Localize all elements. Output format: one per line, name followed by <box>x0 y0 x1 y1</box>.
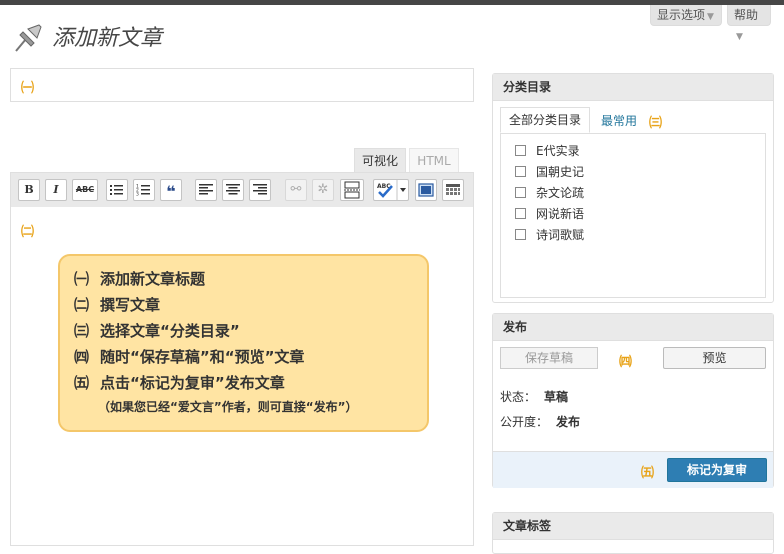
align-center-button[interactable] <box>222 179 244 201</box>
category-item[interactable]: 网说新语 <box>515 205 584 222</box>
category-checkbox[interactable] <box>515 229 526 240</box>
help-label: 帮助 <box>734 8 759 22</box>
tab-html[interactable]: HTML <box>409 148 459 173</box>
step-marker-4: ㈣ <box>619 355 633 370</box>
step-marker-5: ㈤ <box>641 466 655 481</box>
visibility-label: 公开度： <box>500 415 549 429</box>
category-checkbox[interactable] <box>515 187 526 198</box>
help-note: ㈠添加新文章标题 ㈡撰写文章 ㈢选择文章“分类目录” ㈣随时“保存草稿”和“预览… <box>58 254 429 432</box>
editor-toolbar: B I ABC 1 2 3 ❝ ⚯ ✲ ABC <box>10 172 474 208</box>
category-item[interactable]: 国朝史记 <box>515 163 584 180</box>
tab-visual[interactable]: 可视化 <box>354 148 406 173</box>
kitchen-sink-icon <box>446 184 460 195</box>
category-item[interactable]: 杂文论疏 <box>515 184 584 201</box>
category-list: E代实录 国朝史记 杂文论疏 网说新语 诗词歌赋 <box>500 133 766 298</box>
blockquote-icon: ❝ <box>166 182 176 201</box>
categories-panel: 分类目录 全部分类目录 最常用 ㈢ E代实录 国朝史记 杂文论疏 网说新语 诗词… <box>492 73 774 303</box>
bullet-list-button[interactable] <box>106 179 128 201</box>
submit-for-review-button[interactable]: 标记为复审 <box>667 458 767 482</box>
spellcheck-icon: ABC <box>377 180 406 200</box>
blockquote-button[interactable]: ❝ <box>160 179 182 201</box>
screen-options-button[interactable]: 显示选项 ▼ <box>650 5 722 26</box>
tags-panel-title[interactable]: 文章标签 <box>493 513 773 540</box>
category-label: 诗词歌赋 <box>536 228 585 242</box>
help-step-2: ㈡撰写文章 <box>74 294 160 315</box>
save-draft-button[interactable]: 保存草稿 <box>500 347 598 369</box>
screen-options-label: 显示选项 <box>657 8 706 22</box>
numbered-list-icon: 1 2 3 <box>136 184 150 198</box>
unlink-icon: ✲ <box>317 182 329 197</box>
publish-actions: ㈤ 标记为复审 <box>493 451 773 488</box>
align-left-icon <box>199 184 213 195</box>
status-label: 状态： <box>500 390 537 404</box>
align-right-button[interactable] <box>249 179 271 201</box>
post-status: 状态： 草稿 <box>500 388 568 405</box>
help-step-text: 添加新文章标题 <box>100 270 206 288</box>
help-step-number: ㈣ <box>74 348 90 366</box>
help-step-text: 撰写文章 <box>100 296 161 314</box>
chevron-down-icon: ▼ <box>736 32 743 42</box>
help-step-4: ㈣随时“保存草稿”和“预览”文章 <box>74 346 304 367</box>
help-step-text: 随时“保存草稿”和“预览”文章 <box>100 348 305 366</box>
help-button[interactable]: 帮助 ▼ <box>727 5 771 42</box>
category-label: 国朝史记 <box>536 165 585 179</box>
strikethrough-button[interactable]: ABC <box>72 179 98 201</box>
post-visibility: 公开度： 发布 <box>500 413 580 430</box>
align-left-button[interactable] <box>195 179 217 201</box>
help-step-5: ㈤点击“标记为复审”发布文章 <box>74 372 285 393</box>
align-right-icon <box>253 184 267 195</box>
svg-text:3: 3 <box>136 192 139 198</box>
help-step-3: ㈢选择文章“分类目录” <box>74 320 240 341</box>
categories-panel-title[interactable]: 分类目录 <box>493 74 773 101</box>
tab-most-used[interactable]: 最常用 <box>601 112 637 129</box>
help-step-text: 点击“标记为复审”发布文章 <box>100 374 285 392</box>
category-label: 杂文论疏 <box>536 186 585 200</box>
status-value: 草稿 <box>544 390 569 404</box>
numbered-list-button[interactable]: 1 2 3 <box>133 179 155 201</box>
pushpin-icon <box>15 24 42 52</box>
fullscreen-button[interactable] <box>415 179 437 201</box>
page-title: 添加新文章 <box>52 26 163 51</box>
category-checkbox[interactable] <box>515 145 526 156</box>
tab-all-categories[interactable]: 全部分类目录 <box>500 107 590 133</box>
category-item[interactable]: E代实录 <box>515 142 580 159</box>
fullscreen-icon <box>418 183 434 197</box>
category-label: 网说新语 <box>536 207 585 221</box>
step-marker-2: ㈡ <box>21 225 35 240</box>
help-step-text: 选择文章“分类目录” <box>100 322 240 340</box>
more-tag-icon <box>344 181 360 199</box>
post-title-input[interactable]: ㈠ <box>10 68 474 102</box>
category-checkbox[interactable] <box>515 208 526 219</box>
category-label: E代实录 <box>536 144 580 158</box>
step-marker-1: ㈠ <box>21 81 35 96</box>
help-step-number: ㈢ <box>74 322 90 340</box>
help-step-number: ㈠ <box>74 270 90 288</box>
italic-button[interactable]: I <box>45 179 67 201</box>
preview-button[interactable]: 预览 <box>663 347 766 369</box>
kitchen-sink-button[interactable] <box>442 179 464 201</box>
category-checkbox[interactable] <box>515 166 526 177</box>
help-step-number: ㈡ <box>74 296 90 314</box>
spellcheck-button[interactable]: ABC <box>373 179 409 201</box>
help-sub-note: （如果您已经“爱文言”作者，则可直接“发布”） <box>98 400 358 414</box>
insert-link-button[interactable]: ⚯ <box>285 179 307 201</box>
align-center-icon <box>226 184 240 195</box>
bold-button[interactable]: B <box>18 179 40 201</box>
help-step-1: ㈠添加新文章标题 <box>74 268 205 289</box>
step-marker-3: ㈢ <box>649 116 663 131</box>
bullet-list-icon <box>110 185 123 195</box>
unlink-button[interactable]: ✲ <box>312 179 334 201</box>
publish-panel-title[interactable]: 发布 <box>493 314 773 341</box>
tags-panel: 文章标签 <box>492 512 774 554</box>
link-icon: ⚯ <box>290 182 302 197</box>
category-item[interactable]: 诗词歌赋 <box>515 226 584 243</box>
visibility-value: 发布 <box>556 415 581 429</box>
help-step-number: ㈤ <box>74 374 90 392</box>
insert-more-button[interactable] <box>340 179 364 201</box>
chevron-down-icon: ▼ <box>707 12 714 22</box>
publish-panel: 发布 保存草稿 ㈣ 预览 状态： 草稿 公开度： 发布 ㈤ 标记为复审 <box>492 313 774 488</box>
